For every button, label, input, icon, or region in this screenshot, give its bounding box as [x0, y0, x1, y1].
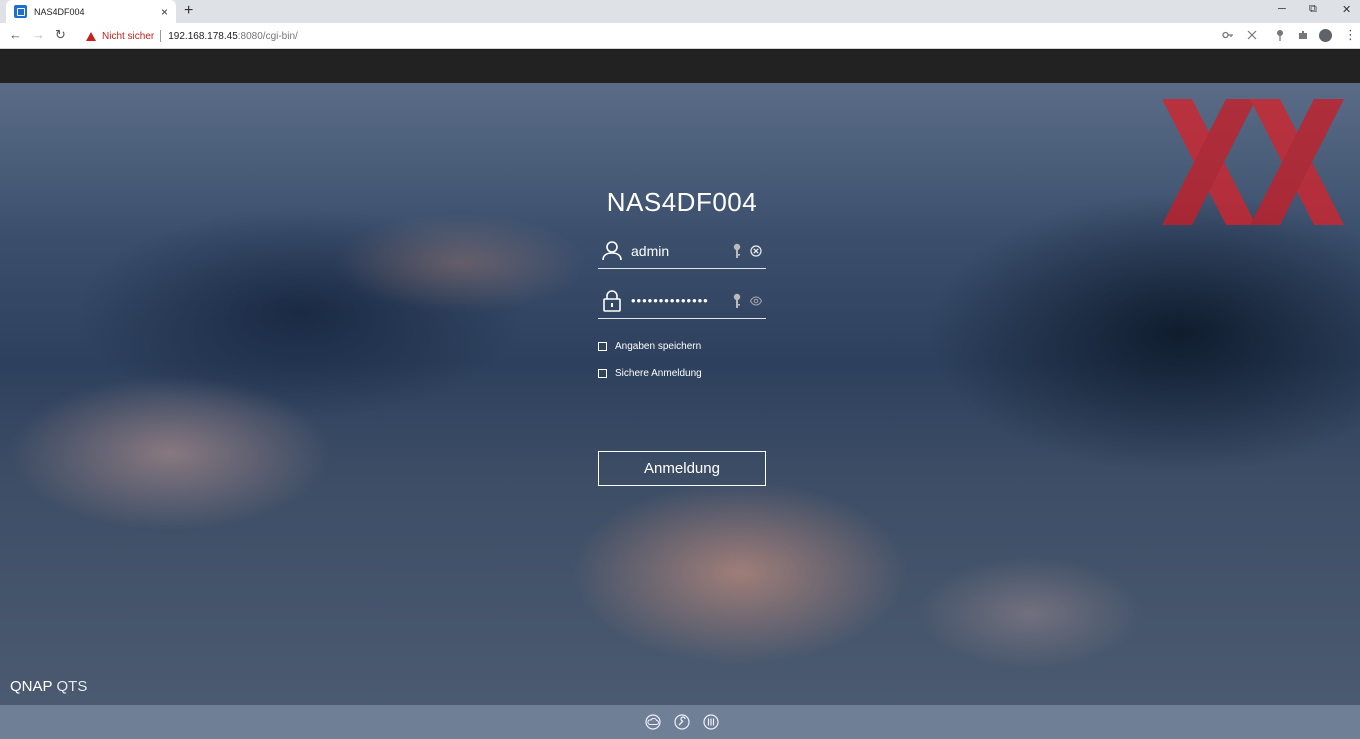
- password-input[interactable]: ••••••••••••••: [631, 293, 732, 308]
- warning-icon: [86, 31, 96, 41]
- nas-hostname: NAS4DF004: [606, 187, 758, 217]
- secure-login-label: Sichere Anmeldung: [615, 368, 702, 379]
- new-tab-button[interactable]: +: [184, 2, 193, 20]
- minimize-button[interactable]: ─: [1278, 3, 1286, 15]
- url-host: 192.168.178.45: [168, 30, 238, 42]
- translate-icon[interactable]: [1246, 29, 1258, 41]
- eye-icon[interactable]: [750, 295, 762, 307]
- secure-login-checkbox[interactable]: [598, 369, 607, 378]
- username-field[interactable]: admin: [598, 233, 766, 269]
- remember-checkbox[interactable]: [598, 342, 607, 351]
- brand-product: QTS: [56, 678, 88, 695]
- reload-button[interactable]: ↻: [55, 28, 66, 41]
- secure-login-checkbox-row[interactable]: Sichere Anmeldung: [598, 368, 702, 379]
- browser-tab[interactable]: NAS4DF004 ×: [6, 0, 176, 23]
- library-icon[interactable]: [703, 714, 719, 730]
- browser-menu-button[interactable]: ⋮: [1344, 28, 1357, 41]
- profile-avatar-icon[interactable]: [1319, 29, 1332, 42]
- remember-label: Angaben speichern: [615, 341, 702, 352]
- password-field[interactable]: ••••••••••••••: [598, 283, 766, 319]
- tab-title: NAS4DF004: [34, 6, 85, 17]
- forward-button[interactable]: →: [32, 28, 45, 41]
- cloud-icon[interactable]: [645, 714, 661, 730]
- browser-tabstrip: NAS4DF004 × + ─ ⧉ ✕: [0, 0, 1360, 23]
- key-icon[interactable]: [1222, 29, 1234, 41]
- remember-checkbox-row[interactable]: Angaben speichern: [598, 341, 701, 352]
- address-divider: [160, 30, 162, 42]
- url-path: :8080/cgi-bin/: [237, 30, 298, 42]
- security-label[interactable]: Nicht sicher: [102, 31, 154, 42]
- tool-icon[interactable]: [674, 714, 690, 730]
- pin-icon[interactable]: [1274, 29, 1286, 41]
- clear-icon[interactable]: [750, 244, 762, 257]
- browser-toolbar: ← → ↻ Nicht sicher 192.168.178.45 :8080/…: [0, 23, 1360, 49]
- key-icon[interactable]: [732, 243, 742, 259]
- watermark-logo-icon: [1162, 99, 1344, 225]
- lock-icon: [603, 289, 621, 312]
- extensions-icon[interactable]: [1297, 29, 1309, 41]
- username-input[interactable]: admin: [631, 243, 732, 259]
- user-icon: [602, 240, 622, 260]
- key-icon[interactable]: [732, 293, 742, 309]
- tab-close-icon[interactable]: ×: [161, 6, 168, 18]
- app-topbar: [0, 50, 1360, 83]
- brand-name: QNAP: [10, 678, 53, 695]
- login-footer: [0, 705, 1360, 739]
- qnap-favicon-icon: [14, 5, 27, 18]
- restore-button[interactable]: ⧉: [1309, 3, 1317, 16]
- back-button[interactable]: ←: [9, 28, 22, 41]
- login-background: NAS4DF004 admin •••••••••••••• Angaben s…: [0, 83, 1360, 705]
- address-bar[interactable]: Nicht sicher 192.168.178.45 :8080/cgi-bi…: [78, 26, 1208, 46]
- close-window-button[interactable]: ✕: [1342, 3, 1351, 16]
- login-button[interactable]: Anmeldung: [598, 451, 766, 486]
- brand-logo: QNAP QTS: [10, 678, 87, 695]
